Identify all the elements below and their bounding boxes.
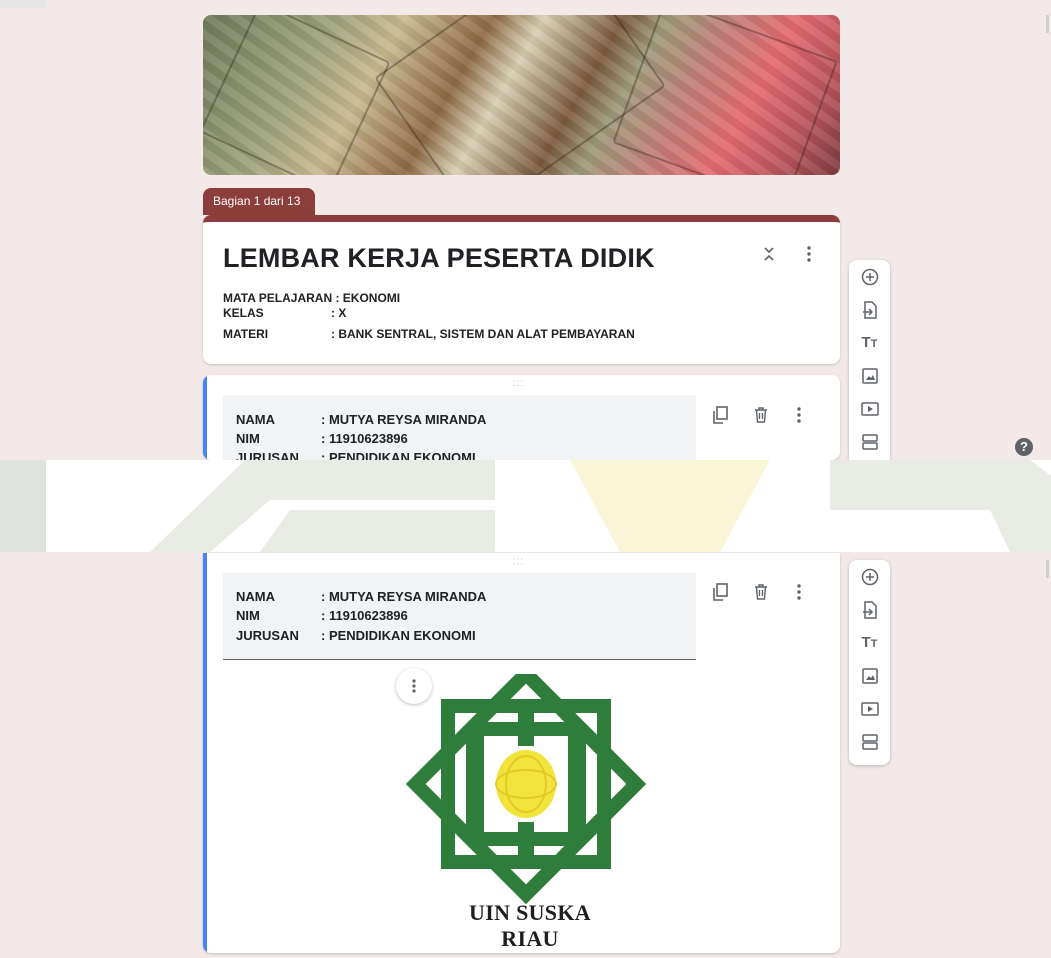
add-image-icon[interactable]: [849, 359, 890, 392]
add-section-icon[interactable]: [849, 725, 890, 758]
desc-value: : X: [331, 306, 347, 320]
drag-handle-icon[interactable]: :::: [513, 378, 524, 389]
delete-icon[interactable]: [749, 403, 773, 427]
info-label: JURUSAN: [236, 628, 299, 643]
side-toolbar: TT: [849, 560, 890, 765]
active-indicator: [203, 553, 207, 953]
add-image-icon[interactable]: [849, 659, 890, 692]
add-video-icon[interactable]: [849, 392, 890, 425]
duplicate-icon[interactable]: [708, 403, 732, 427]
uin-suska-riau-logo: [405, 674, 647, 904]
import-questions-icon[interactable]: [849, 593, 890, 626]
more-vert-icon[interactable]: [787, 403, 811, 427]
desc-label: MATA PELAJARAN: [223, 291, 333, 305]
watermark-shape: [830, 460, 1051, 552]
watermark-band: [0, 460, 1051, 552]
info-label: NAMA: [236, 589, 275, 604]
logo-caption: UIN SUSKA RIAU: [469, 900, 591, 951]
more-vert-icon[interactable]: [797, 242, 821, 266]
question-card[interactable]: ::: NAMA : MUTYA REYSA MIRANDA NIM : 11910…: [203, 375, 840, 460]
desc-label: KELAS: [223, 306, 264, 320]
question-text-field[interactable]: NAMA : MUTYA REYSA MIRANDA NIM : 119106238…: [223, 395, 696, 460]
add-section-icon[interactable]: [849, 425, 890, 458]
info-label: JURUSAN: [236, 450, 299, 460]
desc-value: : EKONOMI: [335, 291, 401, 305]
left-panel: [0, 460, 46, 552]
add-question-icon[interactable]: [849, 260, 890, 293]
info-label: NAMA: [236, 412, 275, 427]
info-value: : PENDIDIKAN EKONOMI: [321, 450, 476, 460]
section-tab: Bagian 1 dari 13: [203, 188, 315, 215]
watermark-shape: [150, 460, 495, 552]
drag-handle-icon[interactable]: :::: [513, 556, 524, 567]
info-label: NIM: [236, 608, 260, 623]
more-vert-icon[interactable]: [787, 580, 811, 604]
help-button[interactable]: ?: [1015, 438, 1033, 456]
desc-label: MATERI: [223, 327, 269, 341]
add-title-icon[interactable]: TT: [849, 626, 890, 659]
add-title-icon[interactable]: TT: [849, 326, 890, 359]
info-value: : 11910623896: [321, 608, 408, 623]
add-video-icon[interactable]: [849, 692, 890, 725]
question-text-field[interactable]: NAMA : MUTYA REYSA MIRANDA NIM : 119106238…: [223, 573, 696, 660]
left-panel: [0, 0, 46, 8]
collapse-icon[interactable]: [757, 242, 781, 266]
info-label: NIM: [236, 431, 260, 446]
info-value: : MUTYA REYSA MIRANDA: [321, 412, 487, 427]
delete-icon[interactable]: [749, 580, 773, 604]
import-questions-icon[interactable]: [849, 293, 890, 326]
info-value: : MUTYA REYSA MIRANDA: [321, 589, 487, 604]
add-question-icon[interactable]: [849, 560, 890, 593]
image-options-button[interactable]: [396, 668, 432, 704]
side-toolbar: TT: [849, 260, 890, 460]
active-indicator: [203, 375, 207, 460]
desc-value: : BANK SENTRAL, SISTEM DAN ALAT PEMBAYAR…: [331, 327, 635, 341]
duplicate-icon[interactable]: [708, 580, 732, 604]
header-banner-image: [203, 15, 840, 175]
info-value: : 11910623896: [321, 431, 408, 446]
scrollbar[interactable]: [1046, 15, 1049, 33]
info-value: : PENDIDIKAN EKONOMI: [321, 628, 476, 643]
watermark-flower: [570, 460, 770, 552]
scrollbar[interactable]: [1046, 560, 1049, 578]
form-description[interactable]: MATA PELAJARAN : EKONOMI KELAS : X MATERI…: [223, 291, 635, 342]
form-title[interactable]: LEMBAR KERJA PESERTA DIDIK: [223, 243, 655, 274]
